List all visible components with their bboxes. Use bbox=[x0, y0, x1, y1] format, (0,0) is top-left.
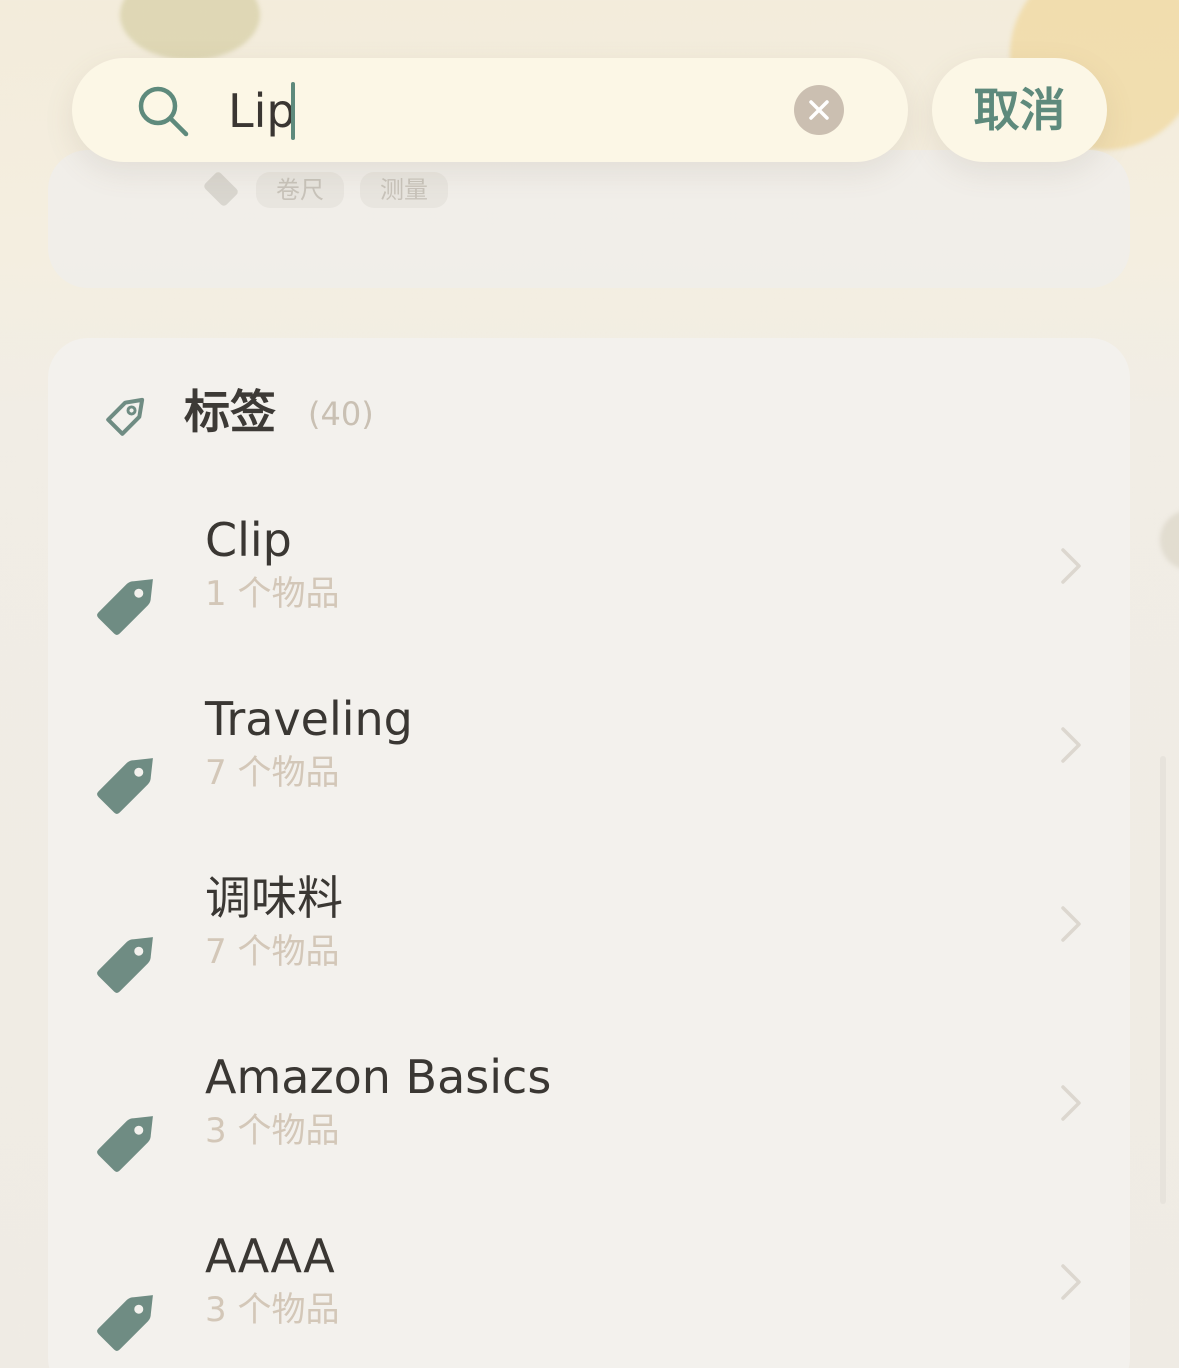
tag-row[interactable]: Clip 1 个物品 bbox=[48, 506, 1130, 685]
chevron-right-icon bbox=[1061, 1264, 1081, 1300]
tag-name: Amazon Basics bbox=[205, 1050, 552, 1104]
tag-filled-icon bbox=[97, 937, 153, 993]
tag-item-count: 3 个物品 bbox=[205, 1290, 340, 1330]
section-count: (40) bbox=[308, 395, 374, 433]
tag-name: Clip bbox=[205, 513, 292, 567]
search-icon bbox=[138, 86, 189, 137]
text-caret bbox=[291, 82, 295, 140]
section-title: 标签 bbox=[184, 385, 276, 439]
tag-chip[interactable]: 测量 bbox=[360, 172, 448, 208]
chevron-right-icon bbox=[1061, 727, 1081, 763]
tag-item-count: 3 个物品 bbox=[205, 1111, 340, 1151]
chevron-right-icon bbox=[1061, 548, 1081, 584]
background-decoration bbox=[120, 0, 260, 60]
tag-item-count: 7 个物品 bbox=[205, 932, 340, 972]
cancel-button[interactable]: 取消 bbox=[932, 58, 1107, 162]
tag-row[interactable]: AAAA 3 个物品 bbox=[48, 1222, 1130, 1368]
search-bar[interactable] bbox=[72, 58, 908, 162]
tag-chip[interactable]: 卷尺 bbox=[256, 172, 344, 208]
tag-name: AAAA bbox=[205, 1229, 335, 1283]
tag-filled-icon bbox=[97, 579, 153, 635]
tag-filled-icon bbox=[97, 1295, 153, 1351]
background-decoration bbox=[1160, 510, 1179, 570]
scrollbar[interactable] bbox=[1160, 756, 1166, 1204]
tag-row[interactable]: 调味料 7 个物品 bbox=[48, 864, 1130, 1043]
tag-row[interactable]: Amazon Basics 3 个物品 bbox=[48, 1043, 1130, 1222]
tag-item-count: 7 个物品 bbox=[205, 753, 340, 793]
chevron-right-icon bbox=[1061, 906, 1081, 942]
tag-filled-icon bbox=[97, 758, 153, 814]
tag-row[interactable]: Traveling 7 个物品 bbox=[48, 685, 1130, 864]
tag-outline-icon bbox=[106, 397, 145, 436]
previous-results-card: 卷尺 测量 bbox=[48, 150, 1130, 288]
tag-name: Traveling bbox=[205, 692, 413, 746]
tag-item-count: 1 个物品 bbox=[205, 574, 340, 614]
tag-filled-icon bbox=[97, 1116, 153, 1172]
clear-search-button[interactable] bbox=[794, 85, 844, 135]
clear-icon bbox=[809, 100, 829, 120]
tag-icon bbox=[202, 170, 240, 208]
chevron-right-icon bbox=[1061, 1085, 1081, 1121]
tag-name: 调味料 bbox=[205, 871, 343, 925]
search-input[interactable]: Lip bbox=[228, 78, 296, 144]
